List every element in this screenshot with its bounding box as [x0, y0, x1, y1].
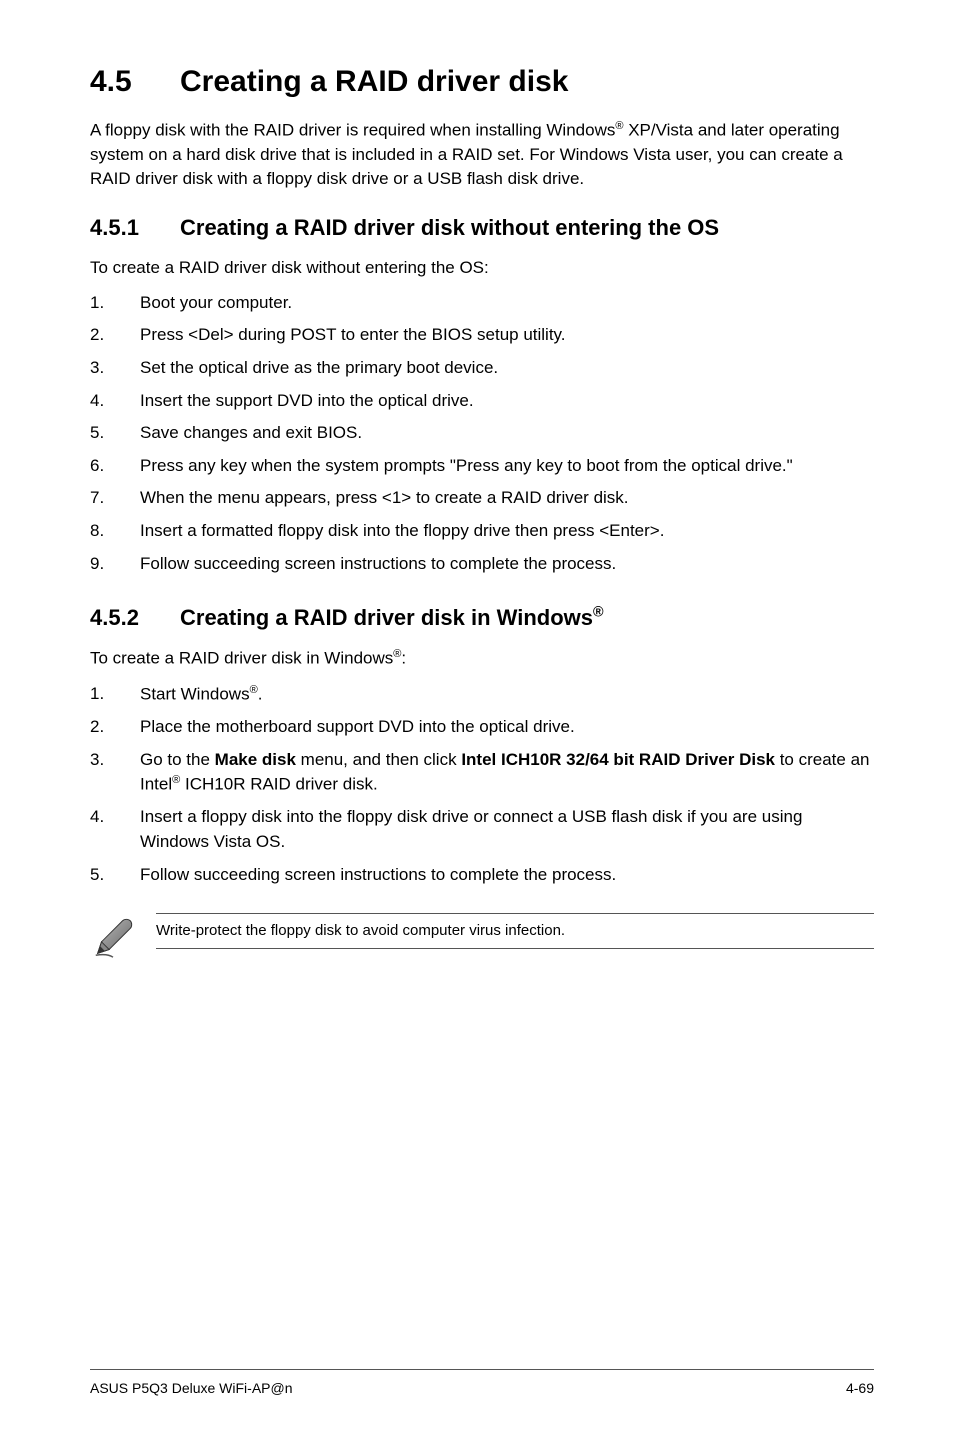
list-item: 3.Go to the Make disk menu, and then cli… — [90, 748, 874, 798]
step-text: Save changes and exit BIOS. — [140, 421, 874, 446]
list-item: 3.Set the optical drive as the primary b… — [90, 356, 874, 381]
list-item: 4.Insert a floppy disk into the floppy d… — [90, 805, 874, 854]
step-text: Press any key when the system prompts "P… — [140, 454, 874, 479]
list-item: 8.Insert a formatted floppy disk into th… — [90, 519, 874, 544]
step-number: 5. — [90, 863, 140, 888]
step-text: Insert a floppy disk into the floppy dis… — [140, 805, 874, 854]
subsection-2-lead: To create a RAID driver disk in Windows®… — [90, 646, 874, 671]
footer-left: ASUS P5Q3 Deluxe WiFi-AP@n — [90, 1378, 293, 1398]
step-number: 8. — [90, 519, 140, 544]
note-content: Write-protect the floppy disk to avoid c… — [156, 913, 874, 949]
step-number: 5. — [90, 421, 140, 446]
step-text: Insert a formatted floppy disk into the … — [140, 519, 874, 544]
step-text: Boot your computer. — [140, 291, 874, 316]
footer-right: 4-69 — [846, 1378, 874, 1398]
list-item: 7.When the menu appears, press <1> to cr… — [90, 486, 874, 511]
list-item: 2.Place the motherboard support DVD into… — [90, 715, 874, 740]
step-number: 1. — [90, 291, 140, 316]
list-item: 1.Boot your computer. — [90, 291, 874, 316]
list-item: 1.Start Windows®. — [90, 682, 874, 707]
step-number: 1. — [90, 682, 140, 707]
section-text: Creating a RAID driver disk — [180, 65, 568, 98]
list-item: 5.Follow succeeding screen instructions … — [90, 863, 874, 888]
step-text: Set the optical drive as the primary boo… — [140, 356, 874, 381]
section-title: 4.5Creating a RAID driver disk — [90, 60, 874, 104]
note-box: Write-protect the floppy disk to avoid c… — [90, 913, 874, 968]
note-text: Write-protect the floppy disk to avoid c… — [156, 914, 874, 948]
subsection-2-heading: 4.5.2Creating a RAID driver disk in Wind… — [90, 602, 874, 634]
subsection-2-text: Creating a RAID driver disk in Windows® — [180, 605, 604, 630]
intro-paragraph: A floppy disk with the RAID driver is re… — [90, 118, 874, 193]
step-text: When the menu appears, press <1> to crea… — [140, 486, 874, 511]
list-item: 6.Press any key when the system prompts … — [90, 454, 874, 479]
step-number: 4. — [90, 389, 140, 414]
step-text: Start Windows®. — [140, 682, 874, 707]
list-item: 2.Press <Del> during POST to enter the B… — [90, 323, 874, 348]
subsection-1-steps: 1.Boot your computer.2.Press <Del> durin… — [90, 291, 874, 577]
step-number: 2. — [90, 323, 140, 348]
page-footer: ASUS P5Q3 Deluxe WiFi-AP@n 4-69 — [90, 1369, 874, 1398]
step-number: 9. — [90, 552, 140, 577]
pencil-icon — [90, 915, 136, 968]
step-text: Follow succeeding screen instructions to… — [140, 552, 874, 577]
section-number: 4.5 — [90, 60, 180, 104]
subsection-1-number: 4.5.1 — [90, 212, 180, 244]
subsection-1-lead: To create a RAID driver disk without ent… — [90, 256, 874, 281]
step-number: 7. — [90, 486, 140, 511]
step-text: Follow succeeding screen instructions to… — [140, 863, 874, 888]
step-number: 3. — [90, 748, 140, 798]
step-text: Go to the Make disk menu, and then click… — [140, 748, 874, 798]
step-number: 6. — [90, 454, 140, 479]
step-text: Press <Del> during POST to enter the BIO… — [140, 323, 874, 348]
list-item: 9.Follow succeeding screen instructions … — [90, 552, 874, 577]
step-number: 4. — [90, 805, 140, 854]
subsection-2-steps: 1.Start Windows®.2.Place the motherboard… — [90, 682, 874, 888]
subsection-1-heading: 4.5.1Creating a RAID driver disk without… — [90, 212, 874, 244]
list-item: 4.Insert the support DVD into the optica… — [90, 389, 874, 414]
list-item: 5.Save changes and exit BIOS. — [90, 421, 874, 446]
step-text: Place the motherboard support DVD into t… — [140, 715, 874, 740]
note-rule-bottom — [156, 948, 874, 949]
subsection-1-text: Creating a RAID driver disk without ente… — [180, 215, 719, 240]
subsection-2-number: 4.5.2 — [90, 602, 180, 634]
step-text: Insert the support DVD into the optical … — [140, 389, 874, 414]
step-number: 3. — [90, 356, 140, 381]
step-number: 2. — [90, 715, 140, 740]
